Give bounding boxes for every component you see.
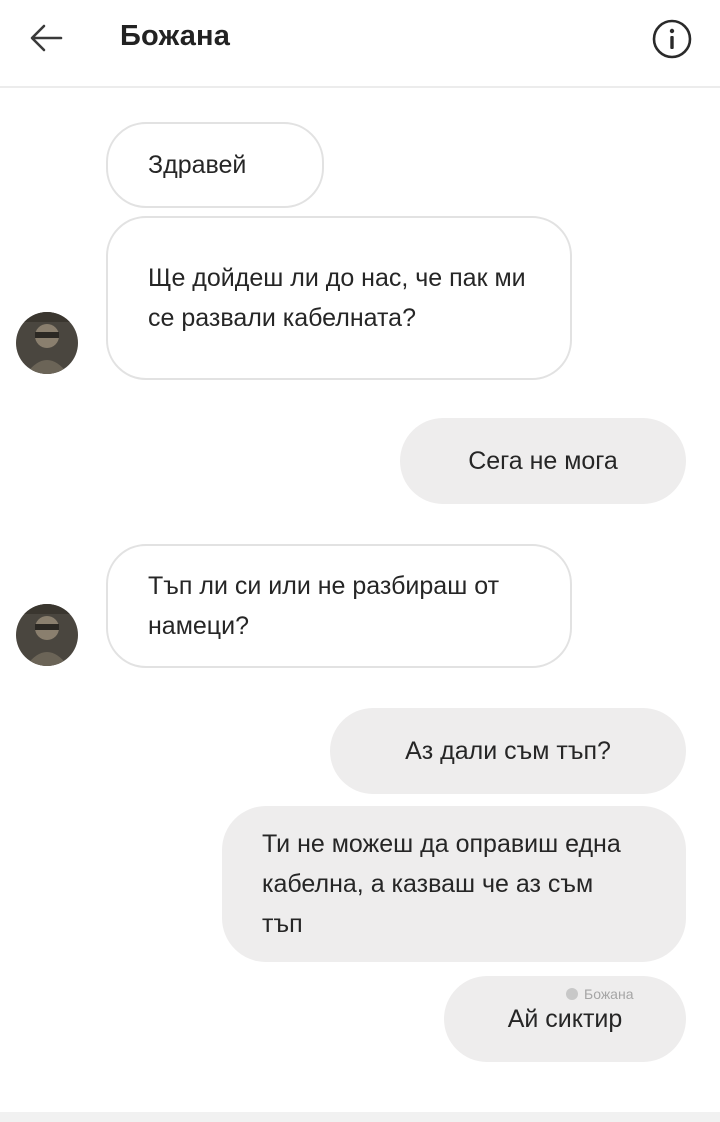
contact-avatar[interactable]	[16, 604, 78, 666]
message-text: Ти не можеш да оправиш една кабелна, а к…	[262, 830, 621, 938]
info-circle-icon	[652, 19, 692, 59]
info-button[interactable]	[650, 17, 694, 61]
incoming-message[interactable]: Тъп ли си или не разбираш от намеци?	[106, 544, 572, 668]
contact-avatar[interactable]	[16, 312, 78, 374]
avatar-photo	[16, 604, 78, 666]
message-text: Тъп ли си или не разбираш от намеци?	[148, 572, 500, 640]
outgoing-message[interactable]: Ай сиктир	[444, 976, 686, 1062]
message-text: Ай сиктир	[507, 1005, 623, 1033]
outgoing-message[interactable]: Ти не можеш да оправиш една кабелна, а к…	[222, 806, 686, 962]
message-text: Ще дойдеш ли до нас, че пак ми се развал…	[148, 264, 526, 332]
avatar-photo	[16, 312, 78, 374]
composer-edge	[0, 1112, 720, 1122]
arrow-left-icon	[30, 24, 63, 52]
seen-indicator: Божана	[566, 986, 634, 1002]
message-text: Сега не мога	[468, 447, 618, 475]
incoming-message[interactable]: Здравей	[106, 122, 324, 208]
message-list[interactable]: Здравей Ще дойдеш ли до нас, че пак ми с…	[0, 88, 720, 1122]
message-text: Аз дали съм тъп?	[405, 737, 611, 765]
chat-header: Божана	[0, 0, 720, 88]
seen-label: Божана	[584, 986, 634, 1002]
back-button[interactable]	[22, 14, 70, 62]
contact-name[interactable]: Божана	[120, 20, 230, 53]
outgoing-message[interactable]: Сега не мога	[400, 418, 686, 504]
seen-avatar-icon	[566, 988, 578, 1000]
message-text: Здравей	[148, 151, 247, 179]
outgoing-message[interactable]: Аз дали съм тъп?	[330, 708, 686, 794]
incoming-message[interactable]: Ще дойдеш ли до нас, че пак ми се развал…	[106, 216, 572, 380]
